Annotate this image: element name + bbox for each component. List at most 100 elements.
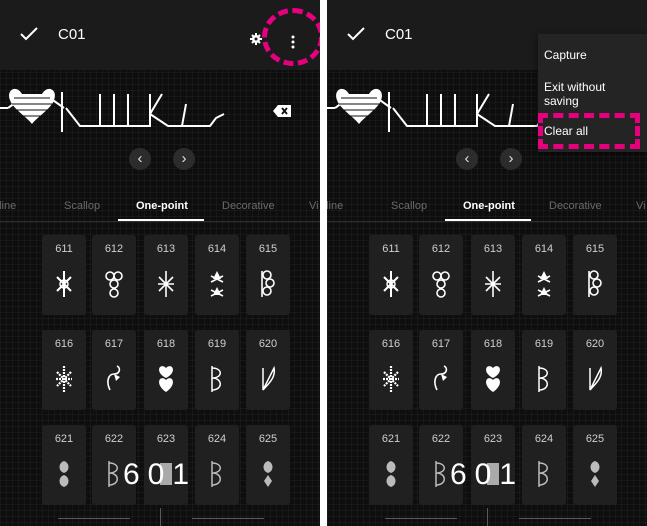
pattern-tile-612[interactable]: 612 bbox=[92, 235, 136, 315]
chevron-left-icon[interactable]: ‹ bbox=[456, 148, 478, 170]
tab-vi[interactable]: Vi bbox=[636, 200, 646, 212]
pattern-stitch-icon bbox=[159, 366, 173, 392]
tab-divider bbox=[0, 221, 320, 222]
pattern-number: 618 bbox=[483, 338, 503, 350]
pattern-number: 614 bbox=[534, 243, 554, 255]
tab-straight-line[interactable]: t line bbox=[327, 200, 343, 212]
pattern-tile-617[interactable]: 617 bbox=[92, 330, 136, 410]
chevron-left-icon[interactable]: ‹ bbox=[129, 148, 151, 170]
divider bbox=[160, 508, 161, 526]
pattern-stitch-icon bbox=[158, 271, 174, 297]
pattern-number: 625 bbox=[585, 433, 605, 445]
menu-item-exit-without-saving[interactable]: Exit without saving bbox=[544, 80, 605, 108]
menu-item-label: Exit without bbox=[544, 80, 606, 94]
page-title: C01 bbox=[385, 26, 413, 43]
pattern-tile-612[interactable]: 612 bbox=[419, 235, 463, 315]
pattern-number: 619 bbox=[534, 338, 554, 350]
pattern-tile-618[interactable]: 618 bbox=[471, 330, 515, 410]
pattern-tile-611[interactable]: 611 bbox=[42, 235, 86, 315]
pattern-stitch-icon bbox=[105, 271, 123, 298]
tab-straight-line[interactable]: t line bbox=[0, 200, 16, 212]
pattern-stitch-icon bbox=[56, 271, 72, 297]
pattern-number: 615 bbox=[258, 243, 278, 255]
tab-scallop[interactable]: Scallop bbox=[64, 200, 100, 212]
tab-one-point[interactable]: One-point bbox=[463, 200, 515, 212]
divider bbox=[58, 518, 130, 519]
pattern-tile-616[interactable]: 616 bbox=[42, 330, 86, 410]
page-title: C01 bbox=[58, 26, 86, 43]
pattern-stitch-icon bbox=[383, 366, 399, 392]
tab-vi[interactable]: Vi bbox=[309, 200, 319, 212]
divider bbox=[385, 518, 457, 519]
pattern-number: 612 bbox=[104, 243, 124, 255]
pattern-stitch-icon bbox=[485, 271, 501, 297]
pattern-number: 617 bbox=[104, 338, 124, 350]
chevron-right-icon[interactable]: › bbox=[500, 148, 522, 170]
highlight-annotation bbox=[538, 113, 640, 149]
pattern-stitch-icon bbox=[262, 365, 276, 391]
pattern-tile-613[interactable]: 613 bbox=[144, 235, 188, 315]
tab-scallop[interactable]: Scallop bbox=[391, 200, 427, 212]
pattern-tile-619[interactable]: 619 bbox=[195, 330, 239, 410]
pattern-number: 622 bbox=[104, 433, 124, 445]
tab-one-point[interactable]: One-point bbox=[136, 200, 188, 212]
pattern-tile-611[interactable]: 611 bbox=[369, 235, 413, 315]
pattern-stitch-icon bbox=[210, 271, 224, 297]
pattern-tile-613[interactable]: 613 bbox=[471, 235, 515, 315]
pattern-stitch-icon bbox=[538, 366, 548, 392]
pattern-number: 615 bbox=[585, 243, 605, 255]
check-icon[interactable] bbox=[20, 27, 38, 41]
tab-decorative[interactable]: Decorative bbox=[222, 200, 275, 212]
pattern-stitch-icon bbox=[56, 366, 72, 392]
gear-icon[interactable] bbox=[250, 33, 262, 45]
pattern-tile-614[interactable]: 614 bbox=[522, 235, 566, 315]
pattern-tile-617[interactable]: 617 bbox=[419, 330, 463, 410]
pattern-number: 622 bbox=[431, 433, 451, 445]
pattern-number: 616 bbox=[54, 338, 74, 350]
pattern-number: 623 bbox=[483, 433, 503, 445]
pattern-number: 620 bbox=[585, 338, 605, 350]
menu-item-capture[interactable]: Capture bbox=[544, 48, 587, 62]
pattern-stitch-icon bbox=[537, 271, 551, 297]
pattern-number: 611 bbox=[55, 243, 73, 255]
screen-left: C01 ‹ › t line Scallop One-point Decorat… bbox=[0, 0, 320, 526]
pattern-tile-616[interactable]: 616 bbox=[369, 330, 413, 410]
pattern-tile-619[interactable]: 619 bbox=[522, 330, 566, 410]
pattern-stitch-icon bbox=[261, 270, 275, 297]
divider bbox=[487, 508, 488, 526]
backspace-icon[interactable] bbox=[272, 103, 292, 119]
stitch-counter: 601 bbox=[122, 458, 198, 491]
pattern-number: 612 bbox=[431, 243, 451, 255]
pattern-number: 623 bbox=[156, 433, 176, 445]
chevron-right-icon[interactable]: › bbox=[173, 148, 195, 170]
pattern-number: 624 bbox=[207, 433, 227, 445]
pattern-number: 625 bbox=[258, 433, 278, 445]
pattern-stitch-icon bbox=[211, 366, 221, 392]
pattern-number: 618 bbox=[156, 338, 176, 350]
active-tab-indicator bbox=[445, 219, 531, 221]
pattern-stitch-icon bbox=[432, 271, 450, 298]
pattern-tile-615[interactable]: 615 bbox=[573, 235, 617, 315]
pattern-stitch-icon bbox=[434, 365, 448, 391]
pattern-stitch-icon bbox=[589, 365, 603, 391]
pattern-stitch-icon bbox=[107, 365, 121, 391]
tab-divider bbox=[327, 221, 647, 222]
tab-decorative[interactable]: Decorative bbox=[549, 200, 602, 212]
pattern-number: 619 bbox=[207, 338, 227, 350]
pattern-stitch-icon bbox=[486, 366, 500, 392]
pattern-tile-615[interactable]: 615 bbox=[246, 235, 290, 315]
pattern-number: 617 bbox=[431, 338, 451, 350]
check-icon[interactable] bbox=[347, 27, 365, 41]
pattern-tile-620[interactable]: 620 bbox=[573, 330, 617, 410]
pattern-number: 620 bbox=[258, 338, 278, 350]
pattern-number: 621 bbox=[54, 433, 74, 445]
pattern-tile-620[interactable]: 620 bbox=[246, 330, 290, 410]
menu-item-label: saving bbox=[544, 94, 579, 108]
pattern-number: 613 bbox=[156, 243, 176, 255]
divider bbox=[192, 518, 264, 519]
pattern-tile-614[interactable]: 614 bbox=[195, 235, 239, 315]
pattern-tile-618[interactable]: 618 bbox=[144, 330, 188, 410]
active-tab-indicator bbox=[118, 219, 204, 221]
pattern-number: 621 bbox=[381, 433, 401, 445]
pattern-number: 616 bbox=[381, 338, 401, 350]
